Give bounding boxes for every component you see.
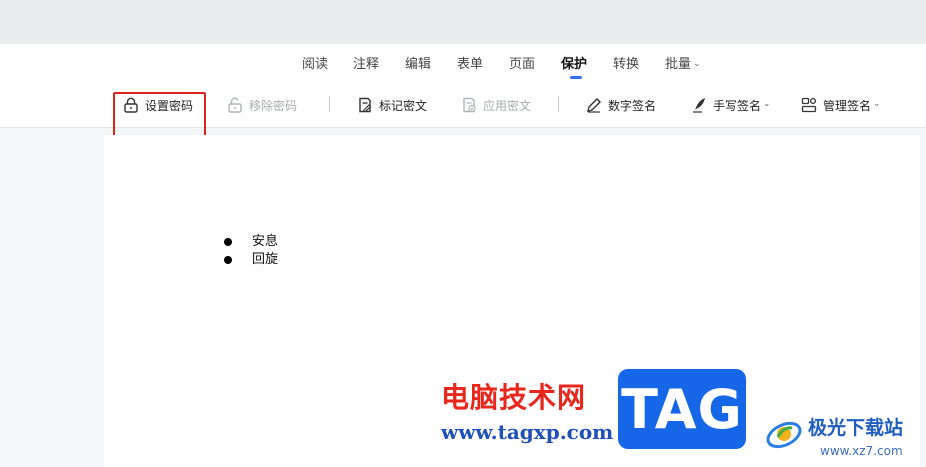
aurora-logo-icon <box>764 413 804 453</box>
remove-password-button[interactable]: 移除密码 <box>226 94 297 116</box>
mark-redaction-button[interactable]: 标记密文 <box>356 94 427 116</box>
watermark-brand-url: www.xz7.com <box>820 444 903 458</box>
apply-redaction-button[interactable]: 应用密文 <box>460 94 531 116</box>
tab-convert[interactable]: 转换 <box>613 56 639 74</box>
toolbar-divider <box>329 96 330 112</box>
tab-protect[interactable]: 保护 <box>561 56 587 79</box>
chevron-down-icon: ⌄ <box>693 59 701 69</box>
quill-icon <box>690 96 708 114</box>
unlock-icon <box>226 96 244 114</box>
bullet-icon <box>224 256 232 264</box>
mark-redaction-icon <box>356 96 374 114</box>
manage-signature-button[interactable]: 管理签名 ⌄ <box>800 94 881 116</box>
watermark-site-url: www.tagxp.com <box>441 420 614 444</box>
digital-signature-button[interactable]: 数字签名 <box>585 94 656 116</box>
tab-batch[interactable]: 批量 ⌄ <box>665 56 701 75</box>
watermark-tag-badge: TAG <box>618 369 746 449</box>
title-bar <box>0 0 926 44</box>
toolbar-divider <box>558 96 559 112</box>
pen-icon <box>585 96 603 114</box>
watermark-site-name: 电脑技术网 <box>441 381 587 414</box>
ribbon-tabs: 阅读 注释 编辑 表单 页面 保护 转换 批量 ⌄ <box>0 56 926 79</box>
active-tab-indicator <box>570 76 582 79</box>
bullet-list: 安息 回旋 <box>224 233 278 269</box>
tab-annotate[interactable]: 注释 <box>353 56 379 74</box>
apply-redaction-icon <box>460 96 478 114</box>
bullet-icon <box>224 238 232 246</box>
handwritten-signature-button[interactable]: 手写签名 ⌄ <box>690 94 771 116</box>
chevron-down-icon: ⌄ <box>873 99 881 109</box>
tab-edit[interactable]: 编辑 <box>405 56 431 74</box>
watermark-brand-name: 极光下载站 <box>808 417 904 439</box>
chevron-down-icon: ⌄ <box>763 99 771 109</box>
list-item: 回旋 <box>224 251 278 269</box>
manage-signature-icon <box>800 96 818 114</box>
tab-form[interactable]: 表单 <box>457 56 483 74</box>
list-item: 安息 <box>224 233 278 251</box>
highlight-box <box>113 92 206 141</box>
tab-read[interactable]: 阅读 <box>302 56 328 74</box>
tab-page[interactable]: 页面 <box>509 56 535 74</box>
watermark-tag-text: TAG <box>621 377 743 441</box>
